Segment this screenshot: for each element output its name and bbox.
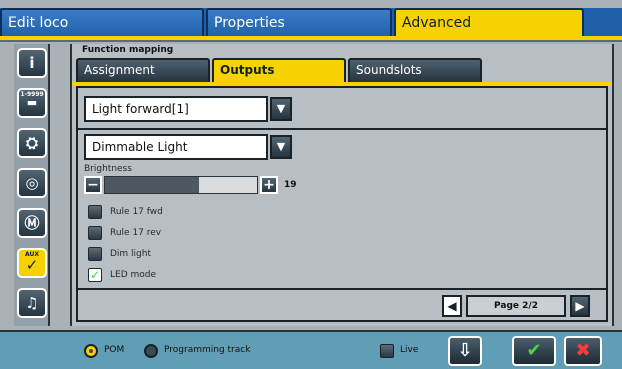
tab-advanced[interactable]: Advanced <box>394 8 584 38</box>
subtab-soundslots-label: Soundslots <box>356 63 422 77</box>
chevron-down-icon: ▼ <box>276 102 286 115</box>
dim-light-label: Dim light <box>110 249 152 259</box>
sound-icon: ♫ <box>25 294 39 312</box>
tab-border <box>0 40 622 42</box>
pom-label: POM <box>104 345 125 355</box>
tab-edit-loco-label: Edit loco <box>8 15 69 31</box>
outputs-frame: Light forward[1] ▼ Dimmable Light ▼ Brig… <box>76 86 608 322</box>
programming-track-label: Programming track <box>164 345 251 355</box>
steering-wheel-icon: ◎ <box>25 174 39 192</box>
checkmark-icon: ✔ <box>526 340 542 361</box>
confirm-button[interactable]: ✔ <box>512 336 556 366</box>
plus-icon: + <box>263 177 275 193</box>
live-label: Live <box>400 345 419 355</box>
close-icon: ✖ <box>575 340 591 361</box>
sidebar-item-speed[interactable]: ⛭ <box>17 128 47 158</box>
info-icon: i <box>29 54 35 72</box>
minus-icon: − <box>87 177 99 193</box>
sidebar-item-sound[interactable]: ♫ <box>17 288 47 318</box>
dim-light-checkbox[interactable] <box>88 247 102 261</box>
page-indicator: Page 2/2 <box>466 295 566 317</box>
mode-select[interactable]: Dimmable Light <box>84 134 268 160</box>
tab-properties[interactable]: Properties <box>206 8 392 38</box>
rule17-fwd-label: Rule 17 fwd <box>110 207 163 217</box>
tab-advanced-label: Advanced <box>402 15 472 31</box>
rule17-fwd-checkbox[interactable] <box>88 205 102 219</box>
sidebar-item-info[interactable]: i <box>17 48 47 78</box>
subtab-outputs-label: Outputs <box>220 63 275 77</box>
loco-speed-icon: ⛭ <box>25 134 38 152</box>
live-checkbox[interactable] <box>380 344 394 358</box>
programming-track-radio[interactable] <box>144 344 158 358</box>
rule17-rev-checkbox[interactable] <box>88 226 102 240</box>
next-page-button[interactable]: ▶ <box>570 295 590 317</box>
motor-icon: Ⓜ <box>24 214 40 232</box>
brightness-increase-button[interactable]: + <box>260 176 278 194</box>
subtab-assignment-label: Assignment <box>84 63 155 77</box>
output-select[interactable]: Light forward[1] <box>84 96 268 122</box>
top-tab-bar: Edit loco Properties Advanced <box>0 8 622 38</box>
sidebar-item-address[interactable]: 1-9999 ▬ <box>17 88 47 118</box>
mode-dropdown-button[interactable]: ▼ <box>270 135 292 159</box>
main-panel: Function mapping Assignment Outputs Soun… <box>70 44 614 326</box>
section-divider <box>78 128 606 130</box>
address-range-label: 1-9999 <box>20 91 44 98</box>
sidebar-item-motor[interactable]: Ⓜ <box>17 208 47 238</box>
brightness-slider-fill <box>105 177 200 193</box>
arrow-right-icon: ▶ <box>575 299 585 313</box>
brightness-slider[interactable] <box>104 176 258 194</box>
sidebar: i 1-9999 ▬ ⛭ ◎ Ⓜ AUX ✓ ♫ <box>14 44 50 326</box>
tab-edit-loco[interactable]: Edit loco <box>0 8 204 38</box>
footer-bar: POM Programming track Live ⇩ ✔ ✖ <box>0 330 622 369</box>
read-track-icon: ⇩ <box>457 340 473 361</box>
pager-divider <box>78 288 606 290</box>
subtab-assignment[interactable]: Assignment <box>76 58 210 82</box>
output-dropdown-button[interactable]: ▼ <box>270 97 292 121</box>
rule17-rev-label: Rule 17 rev <box>110 228 162 238</box>
sidebar-item-aux-outputs[interactable]: AUX ✓ <box>17 248 47 278</box>
led-mode-checkbox[interactable]: ✓ <box>88 268 102 282</box>
tab-properties-label: Properties <box>214 15 285 31</box>
brightness-value: 19 <box>284 180 297 190</box>
check-icon: ✓ <box>89 268 101 282</box>
subtab-soundslots[interactable]: Soundslots <box>348 58 482 82</box>
prev-page-button[interactable]: ◀ <box>442 295 462 317</box>
page-indicator-text: Page 2/2 <box>494 301 538 311</box>
chevron-down-icon: ▼ <box>276 140 286 153</box>
subtab-outputs[interactable]: Outputs <box>212 58 346 82</box>
aux-label: AUX <box>25 251 39 258</box>
mode-select-value: Dimmable Light <box>92 140 188 154</box>
screen: Edit loco Properties Advanced i 1-9999 ▬… <box>0 0 622 369</box>
brightness-label: Brightness <box>84 164 132 174</box>
sidebar-item-driving[interactable]: ◎ <box>17 168 47 198</box>
output-select-value: Light forward[1] <box>92 102 189 116</box>
cancel-button[interactable]: ✖ <box>564 336 602 366</box>
read-from-track-button[interactable]: ⇩ <box>448 336 482 366</box>
led-mode-label: LED mode <box>110 270 157 280</box>
brightness-decrease-button[interactable]: − <box>84 176 102 194</box>
arrow-left-icon: ◀ <box>447 299 457 313</box>
section-title: Function mapping <box>82 45 174 55</box>
pom-radio[interactable] <box>84 344 98 358</box>
